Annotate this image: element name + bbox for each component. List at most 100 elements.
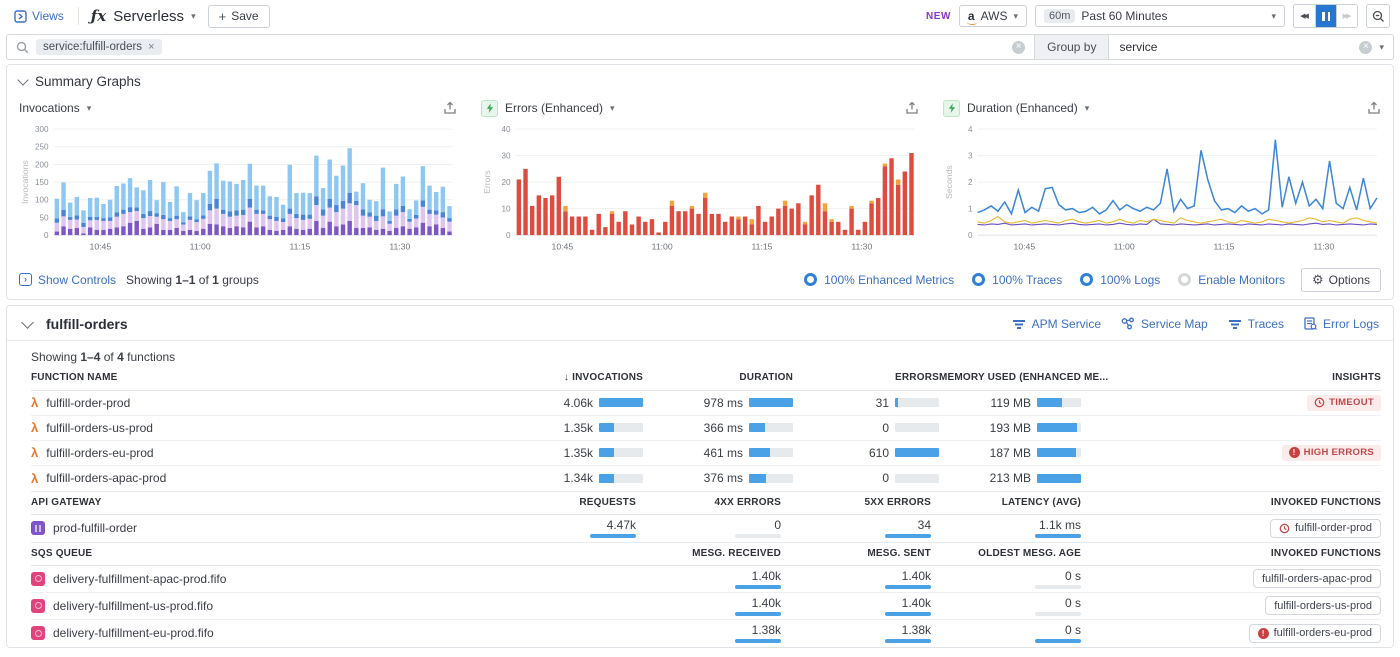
invoked-function-chip[interactable]: ! fulfill-orders-eu-prod (1249, 624, 1381, 643)
col-insights[interactable]: INSIGHTS (1081, 372, 1381, 383)
svg-text:200: 200 (35, 160, 49, 169)
chevron-down-icon[interactable]: ▾ (87, 103, 92, 114)
insight-badge[interactable]: !HIGH ERRORS (1282, 445, 1381, 461)
function-name-cell[interactable]: λfulfill-orders-us-prod (31, 421, 478, 435)
chart-header-0: Invocations ▾ (19, 95, 457, 121)
rewind-button[interactable]: ◀◀ (1294, 5, 1315, 27)
app-switcher[interactable]: ƒx Serverless ▾ (87, 7, 200, 25)
col-requests: REQUESTS (473, 497, 636, 508)
col-api-gateway: API GATEWAY (31, 497, 473, 508)
views-button[interactable]: Views (8, 9, 70, 23)
table-row: delivery-fulfillment-eu-prod.fifo1.38k1.… (31, 620, 1381, 647)
toggle-100-enhanced-metrics[interactable]: 100% Enhanced Metrics (804, 273, 954, 287)
export-icon[interactable] (1367, 101, 1381, 115)
memory-cell: 119 MB (939, 396, 1081, 410)
duration-cell-value: 366 ms (704, 421, 743, 435)
collapse-chevron-icon[interactable] (21, 316, 34, 329)
chevron-down-icon[interactable]: ▾ (1085, 103, 1090, 114)
provider-select[interactable]: a AWS ▾ (959, 5, 1027, 27)
traces-link[interactable]: Traces (1228, 317, 1284, 331)
zoom-out-button[interactable] (1366, 4, 1390, 28)
toggle-label: 100% Enhanced Metrics (824, 273, 954, 287)
invoked-function-chip[interactable]: fulfill-orders-apac-prod (1253, 569, 1381, 588)
mesg-received-cell: 1.38k (473, 623, 781, 643)
export-icon[interactable] (443, 101, 457, 115)
function-name-cell[interactable]: λfulfill-orders-eu-prod (31, 446, 478, 460)
show-controls-button[interactable]: › Show Controls (19, 273, 116, 287)
toggle-100-traces[interactable]: 100% Traces (972, 273, 1062, 287)
function-name-cell[interactable]: λfulfill-order-prod (31, 396, 478, 410)
clear-search-icon[interactable]: × (1012, 41, 1025, 54)
col-memory[interactable]: MEMORY USED (ENHANCED ME... (939, 372, 1081, 383)
remove-tag-icon[interactable]: × (148, 41, 154, 53)
sqs-queue-name-cell[interactable]: delivery-fulfillment-eu-prod.fifo (31, 626, 473, 640)
errors-cell: 0 (793, 471, 939, 485)
svg-text:Errors: Errors (482, 170, 492, 194)
svg-text:10:45: 10:45 (90, 241, 112, 251)
clear-group-by-icon[interactable]: × (1359, 41, 1372, 54)
invoked-function-chip[interactable]: fulfill-orders-us-prod (1265, 596, 1381, 615)
api-gateway-name-cell[interactable]: prod-fulfill-order (31, 521, 473, 535)
toggle-100-logs[interactable]: 100% Logs (1080, 273, 1160, 287)
sqs-queue-icon (31, 572, 45, 586)
errors-cell-value: 31 (876, 396, 889, 410)
apm-service-link[interactable]: APM Service (1012, 317, 1101, 331)
forward-button[interactable]: ▶▶ (1336, 5, 1357, 27)
mesg-sent-cell: 1.40k (781, 569, 931, 589)
search-input[interactable] (162, 35, 1004, 59)
svg-text:0: 0 (44, 231, 49, 240)
col-invocations[interactable]: ↓ INVOCATIONS (478, 372, 643, 383)
time-range-select[interactable]: 60m Past 60 Minutes ▾ (1035, 5, 1285, 27)
memory-cell-bar (1037, 448, 1081, 457)
chevron-down-icon[interactable]: ▾ (610, 103, 615, 114)
options-button[interactable]: ⚙Options (1301, 268, 1381, 292)
chart-title-1[interactable]: Errors (Enhanced) (505, 101, 603, 115)
svg-text:0: 0 (506, 231, 511, 240)
error-icon: ! (1258, 628, 1269, 639)
export-icon[interactable] (905, 101, 919, 115)
col-errors[interactable]: ERRORS (793, 372, 939, 383)
table-row: delivery-fulfillment-apac-prod.fifo 1.40k… (31, 566, 1381, 593)
collapse-chevron-icon[interactable] (17, 74, 28, 85)
error-logs-link[interactable]: Error Logs (1304, 317, 1379, 331)
svg-text:11:00: 11:00 (190, 241, 211, 251)
sqs-queue-name-cell[interactable]: delivery-fulfillment-apac-prod.fifo (31, 572, 473, 586)
save-button[interactable]: +Save (208, 5, 270, 28)
search-bar[interactable]: service:fulfill-orders × × Group by serv… (6, 34, 1394, 60)
insight-label: TIMEOUT (1329, 397, 1374, 408)
invocations-cell-bar (599, 474, 643, 483)
invoked-function-label: fulfill-orders-us-prod (1274, 600, 1372, 612)
svg-text:4: 4 (968, 125, 973, 134)
svg-text:250: 250 (35, 143, 49, 152)
pause-button[interactable] (1315, 5, 1336, 27)
chart-title-0[interactable]: Invocations (19, 101, 80, 115)
function-name-cell[interactable]: λfulfill-orders-apac-prod (31, 471, 478, 485)
invocations-cell-value: 1.35k (564, 446, 593, 460)
invoked-functions-cell: fulfill-orders-apac-prod (1081, 569, 1381, 588)
mesg-sent-cell-value: 1.40k (902, 569, 931, 583)
insight-badge[interactable]: TIMEOUT (1307, 395, 1381, 411)
invoked-function-chip[interactable]: fulfill-order-prod (1270, 519, 1381, 538)
chevron-down-icon[interactable]: ▾ (1379, 42, 1384, 53)
zoom-out-icon (1372, 10, 1385, 23)
enhanced-bolt-icon (943, 100, 960, 117)
col-duration[interactable]: DURATION (643, 372, 793, 383)
mesg-received-cell-bar (735, 639, 781, 643)
toggle-enable-monitors[interactable]: Enable Monitors (1178, 273, 1285, 287)
5xx-errors-cell-value: 34 (918, 518, 931, 532)
duration-cell-value: 461 ms (704, 446, 743, 460)
search-icon (16, 41, 29, 54)
playback-controls: ◀◀ ▶▶ (1293, 4, 1358, 28)
chart-plot-2: 01234Seconds10:4511:0011:1511:30 (943, 121, 1381, 264)
group-by-input[interactable]: service (1109, 40, 1359, 54)
sqs-queue-name-cell[interactable]: delivery-fulfillment-us-prod.fifo (31, 599, 473, 613)
invoked-function-label: fulfill-orders-eu-prod (1274, 627, 1372, 639)
service-map-link[interactable]: Service Map (1121, 317, 1208, 331)
oldest-mesg-age-cell-value: 0 s (1065, 623, 1081, 637)
chart-title-2[interactable]: Duration (Enhanced) (967, 101, 1078, 115)
filter-tag[interactable]: service:fulfill-orders × (36, 39, 162, 55)
duration-cell-value: 978 ms (704, 396, 743, 410)
col-function-name[interactable]: FUNCTION NAME (31, 372, 478, 383)
insight-label: HIGH ERRORS (1304, 447, 1374, 458)
col-invoked-functions: INVOKED FUNCTIONS (1081, 548, 1381, 559)
